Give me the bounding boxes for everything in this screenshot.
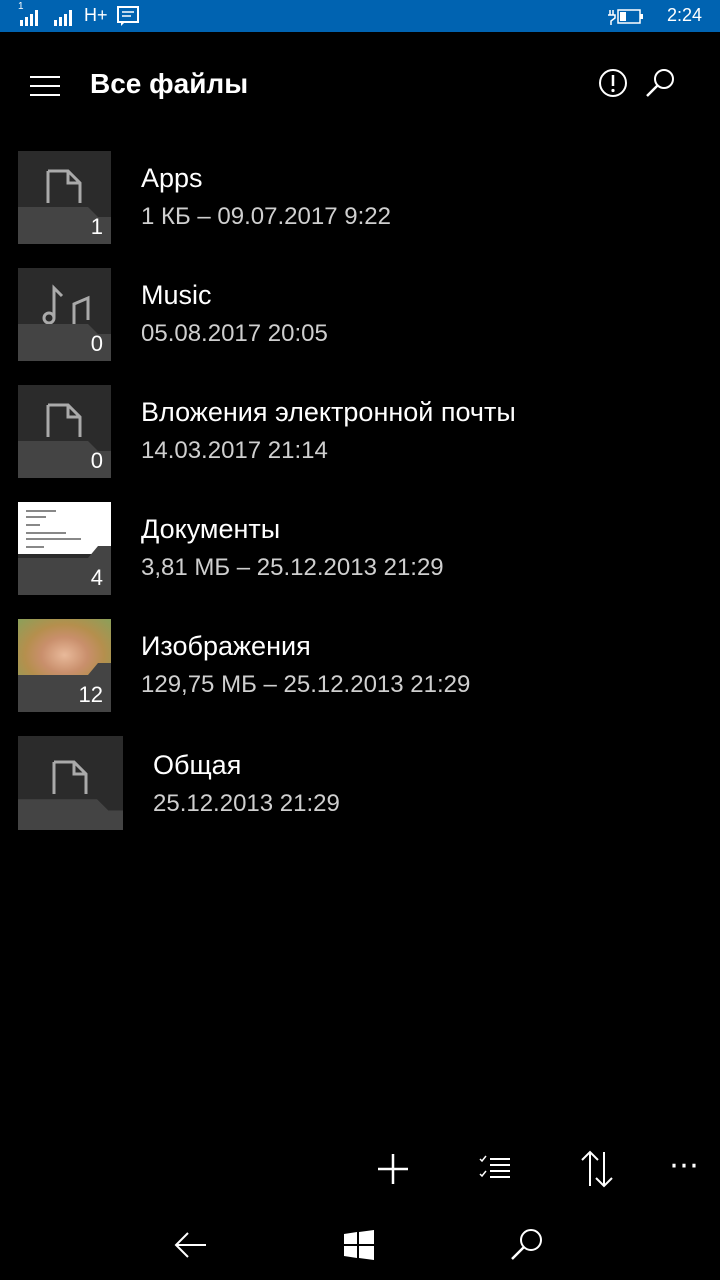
folder-thumbnail: 1 [18, 151, 111, 244]
item-name: Документы [141, 514, 281, 544]
hamburger-menu-icon[interactable] [30, 76, 60, 96]
item-meta: 05.08.2017 20:05 [141, 320, 328, 347]
item-count: 0 [90, 331, 103, 356]
sort-icon[interactable] [574, 1146, 620, 1192]
folder-thumbnail: 4 [18, 502, 111, 595]
back-icon[interactable] [168, 1222, 214, 1268]
item-count: 0 [90, 448, 103, 473]
list-item[interactable]: 1 Apps 1 КБ – 09.07.2017 9:22 [0, 151, 720, 247]
more-icon[interactable]: ⋯ [664, 1146, 704, 1192]
music-note-icon [42, 284, 90, 324]
message-icon [117, 6, 139, 26]
folder-thumbnail: 0 [18, 736, 123, 830]
list-item[interactable]: 4 Документы 3,81 МБ – 25.12.2013 21:29 [0, 502, 720, 598]
network-type: H+ [84, 5, 108, 25]
folder-thumbnail: 12 [18, 619, 111, 712]
item-name: Общая [153, 750, 242, 780]
item-count: 0 [103, 827, 115, 830]
header: Все файлы [0, 32, 720, 136]
battery-charging-icon [608, 9, 643, 25]
status-bar: 1 H+ 2:24 [0, 0, 720, 32]
add-icon[interactable] [370, 1146, 416, 1192]
folder-thumbnail: 0 [18, 385, 111, 478]
list-item[interactable]: 0 Music 05.08.2017 20:05 [0, 268, 720, 364]
list-item[interactable]: 0 Вложения электронной почты 14.03.2017 … [0, 385, 720, 481]
item-count: 1 [90, 214, 103, 239]
file-list: 1 Apps 1 КБ – 09.07.2017 9:22 0 Music 05… [0, 150, 720, 830]
item-name: Apps [141, 163, 203, 193]
item-count: 4 [90, 565, 103, 590]
item-meta: 1 КБ – 09.07.2017 9:22 [141, 203, 391, 230]
item-name: Вложения электронной почты [141, 397, 516, 427]
search-icon[interactable] [504, 1222, 550, 1268]
sim1-label: 1 [18, 1, 24, 12]
status-time: 2:24 [666, 5, 702, 25]
list-item[interactable]: 12 Изображения 129,75 МБ – 25.12.2013 21… [0, 619, 720, 715]
app-bar: ⋯ [0, 1134, 720, 1210]
info-icon[interactable] [596, 66, 630, 100]
signal-icon [54, 10, 72, 26]
nav-bar [0, 1210, 720, 1280]
item-count: 12 [78, 682, 103, 707]
item-meta: 14.03.2017 21:14 [141, 437, 328, 464]
file-icon [52, 760, 88, 794]
folder-thumbnail: 0 [18, 268, 111, 361]
file-icon [46, 403, 82, 437]
search-icon[interactable] [644, 66, 678, 100]
windows-start-icon[interactable] [336, 1222, 382, 1268]
select-list-icon[interactable] [472, 1146, 518, 1192]
item-meta: 25.12.2013 21:29 [153, 790, 340, 817]
item-meta: 129,75 МБ – 25.12.2013 21:29 [141, 671, 471, 698]
list-item[interactable]: 0 Общая 25.12.2013 21:29 [0, 736, 720, 830]
item-meta: 3,81 МБ – 25.12.2013 21:29 [141, 554, 444, 581]
page-title: Все файлы [90, 68, 249, 99]
item-name: Изображения [141, 631, 311, 661]
item-name: Music [141, 280, 212, 310]
file-icon [46, 169, 82, 203]
